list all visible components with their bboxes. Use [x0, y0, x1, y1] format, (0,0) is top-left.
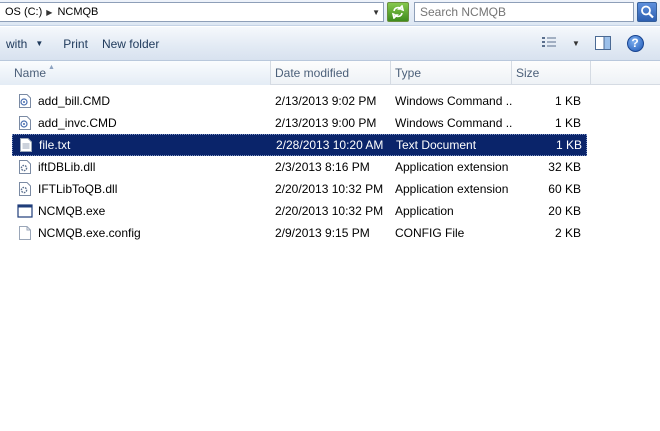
help-icon: ?	[626, 34, 644, 52]
file-date: 2/13/2013 9:00 PM	[275, 116, 377, 130]
file-size: 1 KB	[555, 138, 582, 152]
column-header-type[interactable]: Type	[391, 61, 512, 85]
column-header-date[interactable]: Date modified	[271, 61, 391, 85]
file-type: Application extension	[395, 182, 509, 196]
file-date: 2/13/2013 9:02 PM	[275, 94, 377, 108]
file-name: add_bill.CMD	[38, 94, 111, 108]
change-view-button[interactable]	[538, 32, 560, 54]
breadcrumb-drive[interactable]: OS (C:)	[4, 3, 43, 21]
breadcrumb-folder[interactable]: NCMQB	[56, 3, 99, 21]
file-date: 2/28/2013 10:20 AM	[276, 138, 384, 152]
config-file-icon	[17, 225, 33, 241]
open-with-button[interactable]: with ▼	[0, 32, 49, 56]
search-input[interactable]	[415, 3, 629, 21]
file-row[interactable]: NCMQB.exe.config 2/9/2013 9:15 PM CONFIG…	[12, 222, 587, 244]
column-header-name-label: Name	[14, 66, 47, 80]
file-type: Windows Command ...	[395, 116, 512, 130]
open-with-dropdown-icon: ▼	[35, 39, 44, 48]
file-row[interactable]: add_bill.CMD 2/13/2013 9:02 PM Windows C…	[12, 90, 587, 112]
new-folder-button[interactable]: New folder	[96, 32, 165, 56]
preview-pane-button[interactable]	[592, 32, 614, 54]
address-history-dropdown-icon[interactable]: ▼	[372, 8, 380, 17]
file-size: 1 KB	[554, 94, 581, 108]
search-icon	[641, 5, 654, 19]
column-header-date-label: Date modified	[275, 66, 350, 80]
print-button[interactable]: Print	[57, 32, 94, 56]
file-date: 2/20/2013 10:32 PM	[275, 182, 384, 196]
file-name: NCMQB.exe.config	[38, 226, 141, 240]
file-date: 2/20/2013 10:32 PM	[275, 204, 384, 218]
file-type: Windows Command ...	[395, 94, 512, 108]
file-size: 32 KB	[548, 160, 581, 174]
cmd-icon	[17, 93, 33, 109]
column-header-size[interactable]: Size	[512, 61, 591, 85]
open-with-label: with	[6, 36, 28, 51]
file-size: 2 KB	[554, 226, 581, 240]
file-size: 20 KB	[548, 204, 581, 218]
file-row[interactable]: iftDBLib.dll 2/3/2013 8:16 PM Applicatio…	[12, 156, 587, 178]
file-row[interactable]: NCMQB.exe 2/20/2013 10:32 PM Application…	[12, 200, 587, 222]
column-header-size-label: Size	[516, 66, 540, 80]
file-type: Text Document	[396, 138, 477, 152]
file-row[interactable]: add_invc.CMD 2/13/2013 9:00 PM Windows C…	[12, 112, 587, 134]
file-size: 1 KB	[554, 116, 581, 130]
file-row[interactable]: IFTLibToQB.dll 2/20/2013 10:32 PM Applic…	[12, 178, 587, 200]
file-type: CONFIG File	[395, 226, 465, 240]
breadcrumb-chevron-icon[interactable]: ▶	[46, 8, 52, 17]
cmd-icon	[17, 115, 33, 131]
exe-icon	[17, 203, 33, 219]
column-header-name[interactable]: ▲ Name	[0, 61, 271, 85]
dll-icon	[17, 181, 33, 197]
file-name: add_invc.CMD	[38, 116, 117, 130]
search-button[interactable]	[637, 2, 657, 22]
view-details-icon	[542, 37, 556, 47]
view-options-dropdown-icon[interactable]: ▼	[570, 32, 582, 54]
file-name: NCMQB.exe	[38, 204, 106, 218]
file-date: 2/9/2013 9:15 PM	[275, 226, 370, 240]
file-list[interactable]: add_bill.CMD 2/13/2013 9:02 PM Windows C…	[0, 86, 660, 431]
column-header-row: ▲ Name Date modified Type Size	[0, 61, 660, 85]
file-name: iftDBLib.dll	[38, 160, 96, 174]
address-bar[interactable]: OS (C:) ▶ NCMQB ▼	[0, 2, 384, 22]
file-type: Application extension	[395, 160, 509, 174]
refresh-button[interactable]	[387, 2, 409, 22]
file-date: 2/3/2013 8:16 PM	[275, 160, 370, 174]
preview-pane-icon	[595, 36, 611, 50]
text-file-icon	[18, 137, 34, 153]
file-row-selected[interactable]: file.txt 2/28/2013 10:20 AM Text Documen…	[12, 134, 587, 156]
search-box[interactable]	[414, 2, 634, 22]
help-button[interactable]: ?	[624, 32, 646, 54]
column-header-type-label: Type	[395, 66, 422, 80]
file-name: file.txt	[39, 138, 71, 152]
address-bar-row: OS (C:) ▶ NCMQB ▼	[0, 0, 660, 26]
command-toolbar: with ▼ Print New folder ▼ ?	[0, 27, 660, 61]
dll-icon	[17, 159, 33, 175]
sort-ascending-icon: ▲	[48, 64, 55, 71]
file-type: Application	[395, 204, 454, 218]
refresh-icon	[391, 5, 405, 19]
file-name: IFTLibToQB.dll	[38, 182, 118, 196]
file-size: 60 KB	[548, 182, 581, 196]
